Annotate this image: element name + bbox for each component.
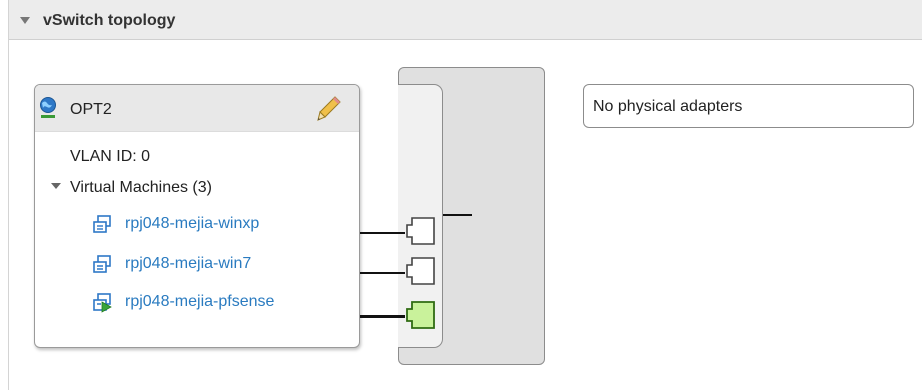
port-group-uplink-line [443, 214, 472, 216]
physical-adapters-box: No physical adapters [583, 84, 914, 128]
collapse-caret-icon[interactable] [20, 17, 30, 25]
virtual-machines-toggle[interactable]: Virtual Machines (3) [51, 179, 212, 197]
vm-link[interactable]: rpj048-mejia-win7 [125, 255, 251, 273]
pencil-icon[interactable] [316, 94, 344, 122]
vm-running-icon [93, 293, 112, 313]
vm-link[interactable]: rpj048-mejia-pfsense [125, 293, 274, 311]
vm-link[interactable]: rpj048-mejia-winxp [125, 215, 259, 233]
no-physical-adapters-label: No physical adapters [593, 98, 743, 115]
vm-connection-line [360, 315, 405, 318]
port-group-card: OPT2 VLAN ID: 0 Virtual Machines (3) rpj… [34, 84, 360, 348]
vlan-id-label: VLAN ID: 0 [70, 148, 151, 165]
panel-title: vSwitch topology [43, 12, 176, 29]
port-group-name: OPT2 [70, 101, 112, 118]
panel-header[interactable]: vSwitch topology [9, 0, 922, 40]
port-icon[interactable] [404, 256, 438, 286]
vm-icon [93, 255, 111, 273]
vm-connection-line [360, 272, 405, 274]
network-globe-icon [40, 97, 56, 118]
port-group-header: OPT2 [35, 85, 359, 132]
virtual-machines-header: Virtual Machines (3) [70, 179, 212, 196]
vm-connection-line [360, 232, 405, 234]
expand-caret-icon [51, 183, 61, 189]
port-active-icon[interactable] [404, 300, 438, 330]
port-icon[interactable] [404, 216, 438, 246]
vm-icon [93, 215, 111, 233]
